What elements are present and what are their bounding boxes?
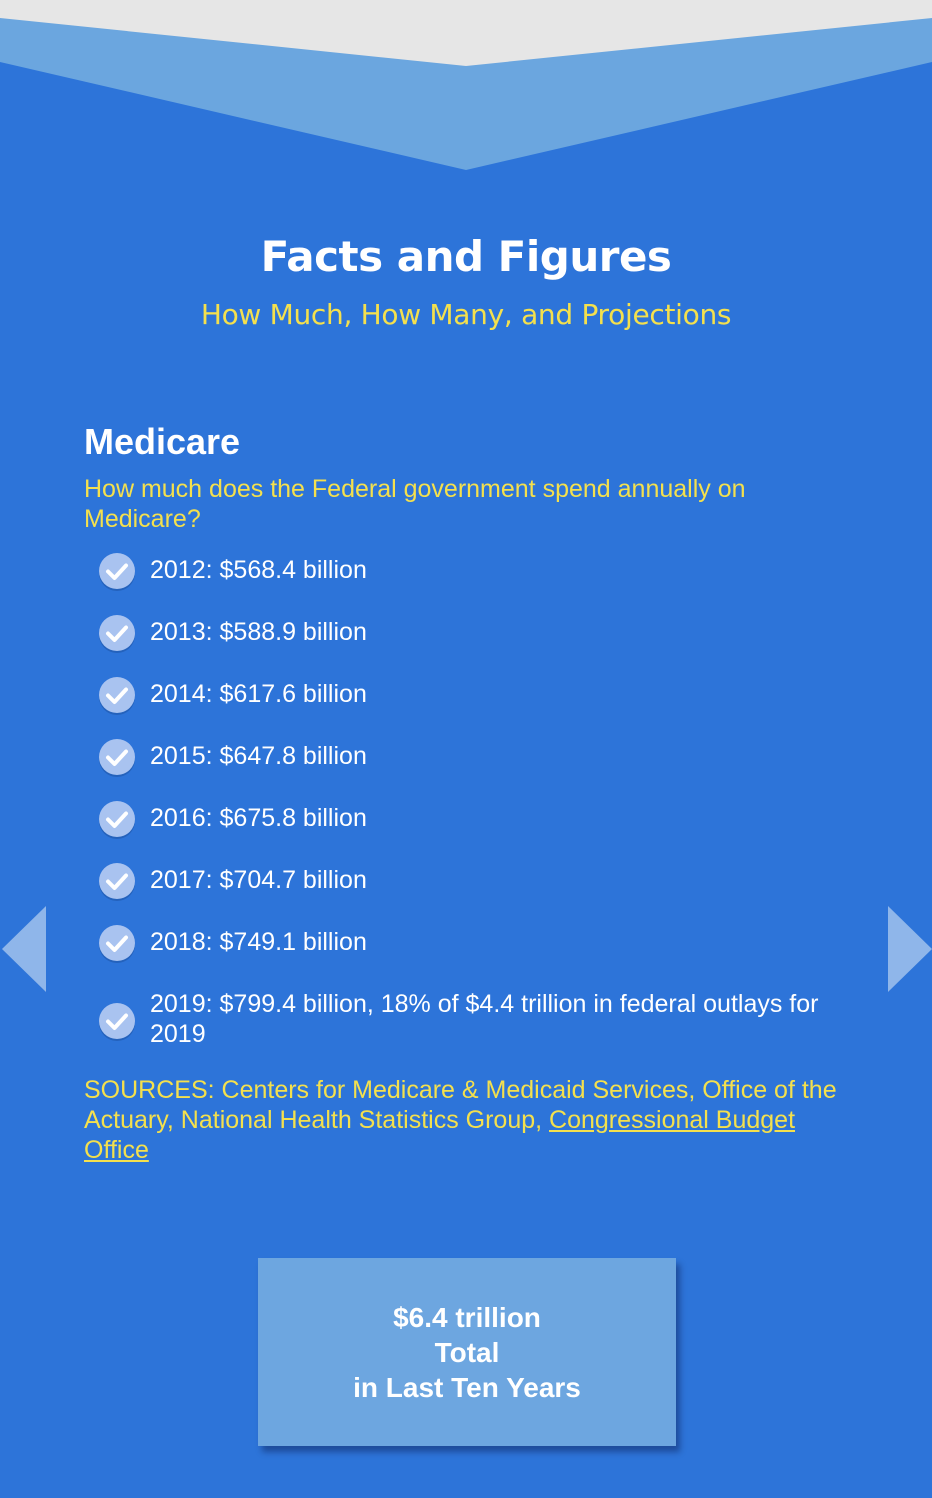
fact-text: 2017: $704.7 billion [150,866,367,894]
arrow-left-icon[interactable] [2,906,46,992]
check-circle-icon [99,863,135,901]
arrow-right-icon[interactable] [888,906,932,992]
total-period: in Last Ten Years [353,1371,581,1403]
check-circle-icon [99,553,135,591]
check-circle-icon [99,677,135,715]
list-item: 2019: $799.4 billion, 18% of $4.4 trilli… [84,984,854,1049]
total-amount: $6.4 trillion [393,1301,541,1333]
list-item: 2014: $617.6 billion [84,674,854,716]
list-item: 2015: $647.8 billion [84,736,854,778]
total-callout: $6.4 trillion Total in Last Ten Years [258,1258,676,1446]
section-question: How much does the Federal government spe… [84,475,746,533]
check-circle-icon [99,1003,135,1041]
list-item: 2018: $749.1 billion [84,922,854,964]
top-banner [0,0,932,175]
list-item: 2016: $675.8 billion [84,798,854,840]
fact-text: 2018: $749.1 billion [150,928,367,956]
medicare-section: Medicare How much does the Federal gover… [84,420,854,1165]
list-item: 2012: $568.4 billion [84,550,854,592]
sources-note: SOURCES: Centers for Medicare & Medicaid… [84,1075,854,1165]
page-title: Facts and Figures [260,232,672,281]
check-circle-icon [99,801,135,839]
fact-text: 2016: $675.8 billion [150,804,367,832]
check-circle-icon [99,925,135,963]
fact-text: 2015: $647.8 billion [150,742,367,770]
check-circle-icon [99,739,135,777]
section-title: Medicare [84,421,241,462]
fact-text: 2013: $588.9 billion [150,618,367,646]
fact-text: 2012: $568.4 billion [150,556,367,584]
fact-text: 2014: $617.6 billion [150,680,367,708]
fact-text: 2019: $799.4 billion, 18% of $4.4 trilli… [150,990,819,1048]
list-item: 2013: $588.9 billion [84,612,854,654]
total-label: Total [434,1336,500,1368]
check-circle-icon [99,615,135,653]
list-item: 2017: $704.7 billion [84,860,854,902]
facts-list: 2012: $568.4 billion 2013: $588.9 billio… [84,550,854,1049]
page-subtitle: How Much, How Many, and Projections [200,298,732,331]
